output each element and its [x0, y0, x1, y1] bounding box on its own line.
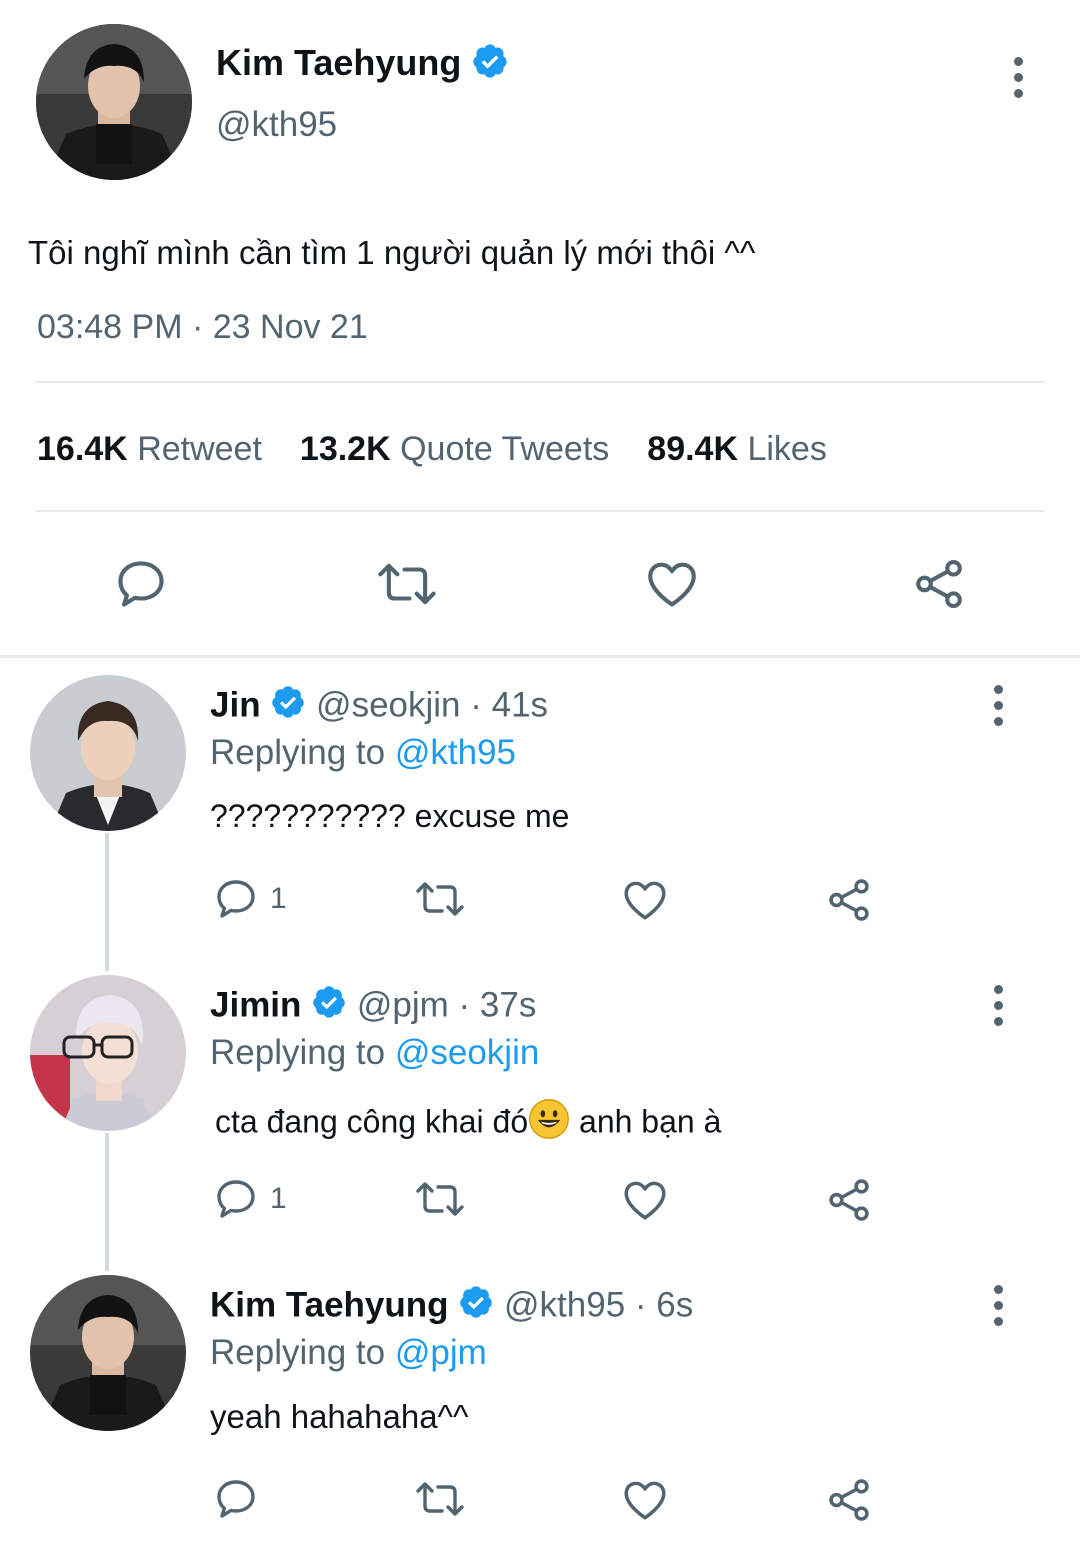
author-avatar[interactable] [36, 24, 192, 180]
thread-line [105, 1133, 109, 1271]
more-options-icon[interactable] [988, 1285, 1008, 1333]
likes-stat[interactable]: 89.4K Likes [647, 430, 827, 468]
replying-to-link[interactable]: @pjm [395, 1333, 487, 1372]
likes-label: Likes [747, 430, 827, 468]
retweets-count: 16.4K [37, 430, 128, 468]
quotes-count: 13.2K [299, 430, 391, 468]
reply-text: ??????????? excuse me [210, 798, 570, 834]
replying-to-link[interactable]: @seokjin [395, 1033, 539, 1072]
reply-count: 1 [270, 1182, 287, 1215]
quotes-label: Quote Tweets [400, 430, 610, 468]
reply-icon [217, 1180, 255, 1218]
author-name[interactable]: Kim Taehyung [216, 42, 461, 83]
reply-handle-time: @seokjin · 41s [316, 685, 549, 725]
reply-icon[interactable] [212, 1475, 260, 1528]
reply-action[interactable]: 1 [212, 1175, 287, 1223]
like-icon[interactable] [620, 1475, 670, 1530]
share-icon[interactable] [910, 555, 968, 618]
author-handle[interactable]: @kth95 [216, 104, 337, 146]
smiley-emoji-icon [528, 1098, 570, 1150]
reply-icon[interactable] [112, 555, 170, 618]
reply-avatar-kth[interactable] [30, 1275, 186, 1431]
reply-text: yeah hahahaha^^ [210, 1398, 469, 1435]
reply-author-name[interactable]: Kim Taehyung [210, 1285, 449, 1324]
reply-avatar-jin[interactable] [30, 675, 186, 831]
author-name-row: Kim Taehyung [216, 42, 509, 89]
reply-text-part: anh bạn à [570, 1103, 722, 1140]
divider [36, 381, 1044, 383]
share-icon[interactable] [824, 1475, 874, 1530]
reply-icon [217, 880, 255, 918]
verified-badge-icon [471, 42, 509, 89]
reply-handle-time: @kth95 · 6s [504, 1285, 694, 1325]
replying-label: Replying to [210, 1333, 386, 1372]
reply-author-name[interactable]: Jimin [210, 985, 301, 1024]
likes-count: 89.4K [647, 430, 739, 468]
replying-to-link[interactable]: @kth95 [395, 733, 516, 772]
reply-header: Jimin @pjm · 37s [210, 984, 536, 1030]
more-options-icon[interactable] [988, 685, 1008, 733]
more-options-icon[interactable] [988, 985, 1008, 1033]
replying-label: Replying to [210, 733, 386, 772]
reply-action[interactable]: 1 [212, 875, 287, 923]
retweets-label: Retweet [137, 430, 262, 468]
verified-badge-icon [458, 1284, 494, 1330]
retweet-icon[interactable] [374, 555, 440, 618]
replying-label: Replying to [210, 1033, 386, 1072]
share-icon[interactable] [824, 875, 874, 930]
reply-count: 1 [270, 882, 287, 915]
like-icon[interactable] [620, 1175, 670, 1230]
retweet-icon[interactable] [412, 1475, 468, 1528]
thread-line [105, 833, 109, 971]
tweet-timestamp: 03:48 PM · 23 Nov 21 [37, 308, 368, 346]
divider [36, 510, 1044, 512]
reply-avatar-jimin[interactable] [30, 975, 186, 1131]
reply-text-part: cta đang công khai đó [215, 1103, 529, 1140]
verified-badge-icon [270, 684, 306, 730]
tweet-stats: 16.4K Retweet 13.2K Quote Tweets 89.4K Lik… [37, 428, 827, 470]
replying-to: Replying to @kth95 [210, 732, 516, 774]
reply-handle-time: @pjm · 37s [356, 985, 537, 1025]
reply-author-name[interactable]: Jin [210, 685, 261, 724]
like-icon[interactable] [620, 875, 670, 930]
quotes-stat[interactable]: 13.2K Quote Tweets [300, 430, 609, 468]
share-icon[interactable] [824, 1175, 874, 1230]
retweet-icon[interactable] [412, 1175, 468, 1228]
replying-to: Replying to @seokjin [210, 1032, 539, 1074]
more-options-icon[interactable] [1008, 57, 1028, 105]
section-divider [0, 655, 1080, 658]
reply-text: cta đang công khai đó anh bạn à [215, 1098, 721, 1150]
replying-to: Replying to @pjm [210, 1332, 487, 1374]
reply-header: Kim Taehyung @kth95 · 6s [210, 1284, 693, 1330]
verified-badge-icon [311, 984, 347, 1030]
like-icon[interactable] [643, 555, 701, 618]
tweet-text: Tôi nghĩ mình cần tìm 1 người quản lý mớ… [28, 234, 756, 271]
reply-header: Jin @seokjin · 41s [210, 684, 548, 730]
retweet-icon[interactable] [412, 875, 468, 928]
retweets-stat[interactable]: 16.4K Retweet [37, 430, 262, 468]
